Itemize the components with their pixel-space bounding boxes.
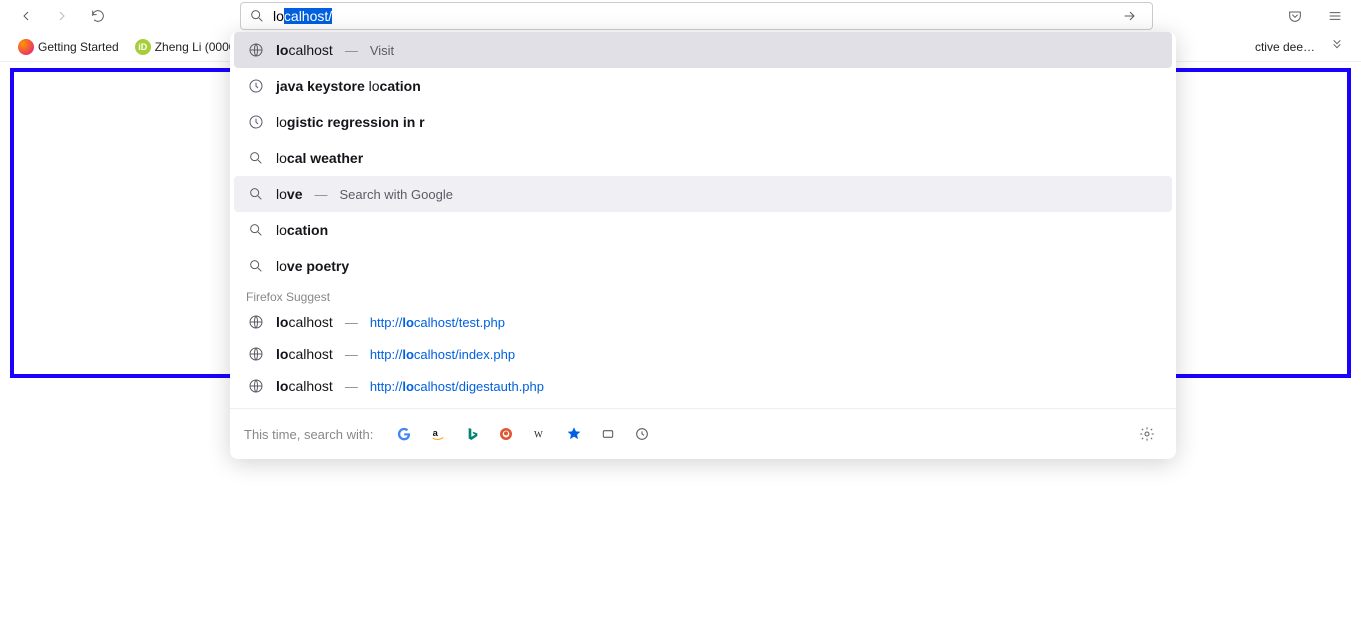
search-settings-button[interactable] [1132,419,1162,449]
globe-icon [248,42,264,58]
suggestion-text: localhost [276,378,333,394]
orcid-icon: iD [135,39,151,55]
pocket-icon[interactable] [1281,2,1309,30]
engine-google[interactable] [389,419,419,449]
search-icon [248,258,264,274]
search-engine-footer: This time, search with: a W [230,408,1176,455]
reload-button[interactable] [84,2,112,30]
svg-text:W: W [534,430,543,440]
bookmark-label: Getting Started [38,40,119,54]
engine-duckduckgo[interactable] [491,419,521,449]
firefox-suggest-header: Firefox Suggest [230,284,1176,306]
firefox-suggest-row[interactable]: localhost — http://localhost/test.php [234,306,1172,338]
suggestion-row-history[interactable]: java keystore location [234,68,1172,104]
suggestion-row-search-selected[interactable]: love — Search with Google [234,176,1172,212]
suggestion-text: localhost [276,346,333,362]
globe-icon [248,314,264,330]
engine-amazon[interactable]: a [423,419,453,449]
dash: — [345,347,358,362]
suggestion-row-search[interactable]: local weather [234,140,1172,176]
suggestion-text: logistic regression in r [276,114,425,130]
engine-tabs[interactable] [593,419,623,449]
suggestion-text: location [276,222,328,238]
suggestion-text: localhost [276,314,333,330]
bookmark-right-truncated[interactable]: ctive dee… [1249,37,1321,57]
globe-icon [248,378,264,394]
suggestion-text: local weather [276,150,363,166]
suggestion-row-visit[interactable]: localhost — Visit [234,32,1172,68]
suggestion-text: love [276,186,302,202]
address-bar[interactable]: localhost/ [240,2,1153,30]
bookmark-getting-started[interactable]: Getting Started [12,36,125,58]
suggestion-action: Visit [370,43,394,58]
search-icon [248,150,264,166]
search-icon [248,186,264,202]
back-button[interactable] [12,2,40,30]
suggestion-row-search[interactable]: love poetry [234,248,1172,284]
clock-icon [248,78,264,94]
suggestion-action: Search with Google [339,187,452,202]
go-arrow-icon[interactable] [1116,2,1144,30]
firefox-suggest-row[interactable]: localhost — http://localhost/digestauth.… [234,370,1172,402]
search-icon [249,8,265,24]
globe-icon [248,346,264,362]
engine-history[interactable] [627,419,657,449]
suggestion-row-history[interactable]: logistic regression in r [234,104,1172,140]
dash: — [345,379,358,394]
toolbar: localhost/ [0,0,1361,32]
suggestion-text: localhost [276,42,333,58]
engine-wikipedia[interactable]: W [525,419,555,449]
urlbar-dropdown: localhost — Visit java keystore location… [230,32,1176,459]
suggestion-row-search[interactable]: location [234,212,1172,248]
dash: — [345,315,358,330]
suggestion-url: http://localhost/digestauth.php [370,379,544,394]
search-icon [248,222,264,238]
toolbar-right [1281,2,1349,30]
footer-label: This time, search with: [244,427,373,442]
dash: — [345,43,358,58]
bookmarks-overflow-button[interactable] [1325,33,1349,60]
engine-bookmarks[interactable] [559,419,589,449]
bookmark-label: ctive dee… [1255,40,1315,54]
suggestion-text: love poetry [276,258,349,274]
menu-icon[interactable] [1321,2,1349,30]
firefox-icon [18,39,34,55]
suggestion-url: http://localhost/index.php [370,347,515,362]
forward-button[interactable] [48,2,76,30]
svg-text:a: a [433,428,439,438]
suggestion-url: http://localhost/test.php [370,315,505,330]
dash: — [314,187,327,202]
firefox-suggest-row[interactable]: localhost — http://localhost/index.php [234,338,1172,370]
engine-bing[interactable] [457,419,487,449]
address-input[interactable]: localhost/ [273,6,1108,26]
clock-icon [248,114,264,130]
suggestion-text: java keystore location [276,78,421,94]
